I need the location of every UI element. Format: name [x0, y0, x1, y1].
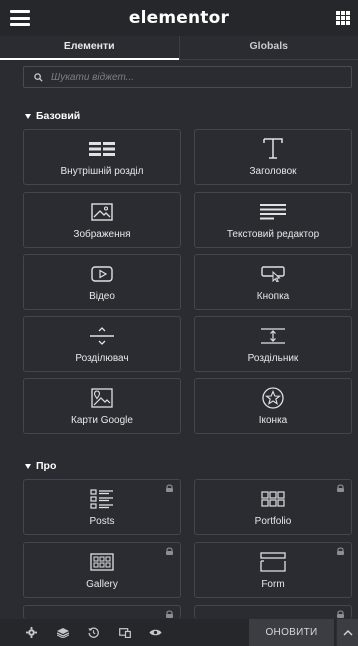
- widget-google-maps[interactable]: Карти Google: [23, 378, 181, 434]
- widget-label: Внутрішній розділ: [60, 166, 144, 177]
- section-basic-toggle[interactable]: Базовий: [25, 110, 80, 122]
- section-pro-toggle[interactable]: Про: [25, 460, 56, 472]
- chevron-up-icon[interactable]: [336, 619, 358, 646]
- tab-elements[interactable]: Елементи: [0, 36, 179, 60]
- spacer-icon: [195, 324, 351, 348]
- layers-icon[interactable]: [47, 619, 78, 646]
- widget-partial-right[interactable]: [194, 605, 352, 619]
- widget-label: Відео: [89, 291, 115, 302]
- caret-down-icon: [25, 113, 31, 119]
- widget-form[interactable]: Form: [194, 542, 352, 598]
- widget-gallery[interactable]: Gallery: [23, 542, 181, 598]
- portfolio-icon: [195, 487, 351, 511]
- widget-label: Posts: [89, 516, 115, 527]
- widget-image[interactable]: Зображення: [23, 192, 181, 248]
- elementor-logo: elementor: [128, 8, 230, 28]
- star-icon: [195, 386, 351, 410]
- widget-heading[interactable]: Заголовок: [194, 129, 352, 185]
- form-icon: [195, 550, 351, 574]
- tab-globals[interactable]: Globals: [178, 36, 358, 59]
- widget-label: Розділювач: [75, 353, 129, 364]
- section-pro-title: Про: [36, 460, 57, 472]
- update-button[interactable]: ОНОВИТИ: [249, 619, 334, 646]
- image-icon: [24, 200, 180, 224]
- widget-inner-section[interactable]: Внутрішній розділ: [23, 129, 181, 185]
- menu-icon[interactable]: [10, 10, 30, 26]
- widget-label: Заголовок: [249, 166, 297, 177]
- inner-section-icon: [24, 137, 180, 161]
- text-editor-icon: [195, 200, 351, 224]
- widget-label: Іконка: [258, 415, 288, 426]
- posts-icon: [24, 487, 180, 511]
- search-box: [23, 66, 352, 88]
- caret-down-icon: [25, 463, 31, 469]
- search-icon: [34, 72, 43, 82]
- widget-label: Кнопка: [256, 291, 290, 302]
- widget-button[interactable]: Кнопка: [194, 254, 352, 310]
- widget-portfolio[interactable]: Portfolio: [194, 479, 352, 535]
- section-basic-title: Базовий: [36, 110, 81, 122]
- widgets-grid-icon[interactable]: [336, 11, 350, 25]
- widget-partial-left[interactable]: [23, 605, 181, 619]
- widget-label: Зображення: [73, 229, 131, 240]
- widget-divider[interactable]: Розділювач: [23, 316, 181, 372]
- search-input[interactable]: [49, 70, 333, 84]
- widget-label: Текстовий редактор: [226, 229, 320, 240]
- button-icon: [195, 262, 351, 286]
- responsive-icon[interactable]: [109, 619, 140, 646]
- gallery-icon: [24, 550, 180, 574]
- widget-label: Роздільник: [247, 353, 299, 364]
- widget-label: Portfolio: [254, 516, 292, 527]
- widget-video[interactable]: Відео: [23, 254, 181, 310]
- settings-icon[interactable]: [16, 619, 47, 646]
- lock-icon: [337, 610, 344, 618]
- top-bar: elementor: [0, 0, 358, 36]
- widget-label: Form: [261, 579, 285, 590]
- widget-posts[interactable]: Posts: [23, 479, 181, 535]
- widget-label: Карти Google: [71, 415, 133, 426]
- lock-icon: [166, 610, 173, 618]
- panel-tabs: Елементи Globals: [0, 36, 358, 60]
- widget-label: Gallery: [86, 579, 118, 590]
- widget-spacer[interactable]: Роздільник: [194, 316, 352, 372]
- google-maps-icon: [24, 386, 180, 410]
- video-icon: [24, 262, 180, 286]
- widget-icon[interactable]: Іконка: [194, 378, 352, 434]
- heading-icon: [195, 137, 351, 161]
- preview-icon[interactable]: [140, 619, 171, 646]
- widget-text-editor[interactable]: Текстовий редактор: [194, 192, 352, 248]
- history-icon[interactable]: [78, 619, 109, 646]
- divider-icon: [24, 324, 180, 348]
